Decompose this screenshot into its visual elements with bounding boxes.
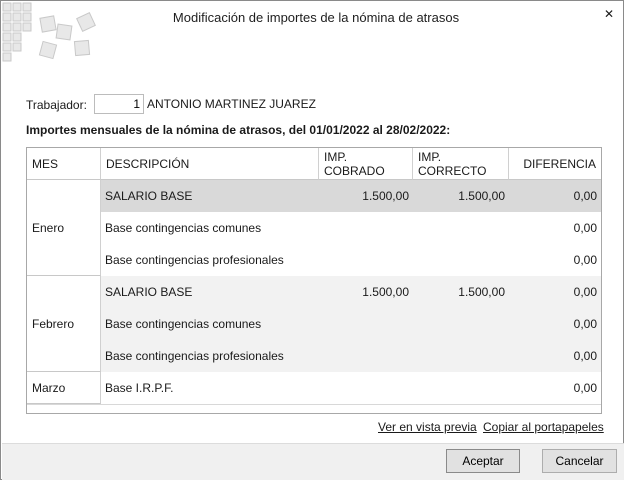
row-imp-correcto[interactable] [409,340,505,372]
row-imp-correcto[interactable]: 1.500,00 [409,276,505,308]
column-header-mes[interactable]: MES [27,148,101,180]
row-description: SALARIO BASE [105,285,193,299]
column-header-imp-cobrado[interactable]: IMP. COBRADO [319,148,413,180]
dialog-title: Modificación de importes de la nómina de… [172,10,460,25]
row-diferencia: 0,00 [573,285,597,299]
row-imp-cobrado[interactable]: 1.500,00 [315,276,409,308]
row-diferencia: 0,00 [573,221,597,235]
table-row[interactable]: SALARIO BASE 1.500,00 1.500,00 0,00 [101,180,601,212]
row-description: SALARIO BASE [105,189,193,203]
cancel-button[interactable]: Cancelar [542,449,617,473]
row-imp-correcto[interactable] [409,372,505,404]
dialog-footer [2,443,624,480]
row-description: Base contingencias profesionales [105,349,284,363]
trabajador-name: ANTONIO MARTINEZ JUAREZ [147,97,316,111]
month-cell-enero: Enero [27,180,101,276]
trabajador-label: Trabajador: [26,98,87,112]
row-imp-correcto[interactable] [409,212,505,244]
logo-icon [2,2,96,62]
accept-button[interactable]: Aceptar [446,449,520,473]
row-description: Base contingencias comunes [105,221,262,235]
dialog-window: Modificación de importes de la nómina de… [0,0,624,480]
month-cell-marzo: Marzo [27,372,101,404]
table-row[interactable]: Base contingencias comunes 0,00 [101,308,601,340]
row-diferencia: 0,00 [573,349,597,363]
section-heading: Importes mensuales de la nómina de atras… [26,123,451,137]
copy-clipboard-link[interactable]: Copiar al portapapeles [483,420,604,434]
table-row[interactable]: Base contingencias profesionales 0,00 [101,340,601,372]
row-imp-correcto[interactable] [409,308,505,340]
row-imp-cobrado[interactable] [315,372,409,404]
column-header-descripcion[interactable]: DESCRIPCIÓN [101,148,319,180]
row-description: Base contingencias comunes [105,317,262,331]
row-diferencia: 0,00 [573,381,597,395]
row-diferencia: 0,00 [573,253,597,267]
row-imp-cobrado[interactable] [315,244,409,276]
column-header-diferencia[interactable]: DIFERENCIA [509,148,601,180]
row-description: Base contingencias profesionales [105,253,284,267]
table-row[interactable]: SALARIO BASE 1.500,00 1.500,00 0,00 [101,276,601,308]
column-header-imp-correcto[interactable]: IMP. CORRECTO [413,148,509,180]
trabajador-code-input[interactable] [94,94,144,114]
table-row[interactable]: Base contingencias comunes 0,00 [101,212,601,244]
preview-link[interactable]: Ver en vista previa [378,420,477,434]
row-imp-cobrado[interactable]: 1.500,00 [315,180,409,212]
row-imp-cobrado[interactable] [315,308,409,340]
importes-table: MES DESCRIPCIÓN IMP. COBRADO IMP. CORREC… [26,147,602,414]
close-icon[interactable]: ✕ [598,4,620,24]
row-imp-correcto[interactable]: 1.500,00 [409,180,505,212]
row-diferencia: 0,00 [573,317,597,331]
row-diferencia: 0,00 [573,189,597,203]
row-imp-cobrado[interactable] [315,340,409,372]
month-cell-febrero: Febrero [27,276,101,372]
row-imp-cobrado[interactable] [315,212,409,244]
row-description: Base I.R.P.F. [105,381,174,395]
table-row[interactable]: Base contingencias profesionales 0,00 [101,244,601,276]
table-bottom-divider [27,404,601,405]
row-imp-correcto[interactable] [409,244,505,276]
table-row[interactable]: Base I.R.P.F. 0,00 [101,372,601,404]
